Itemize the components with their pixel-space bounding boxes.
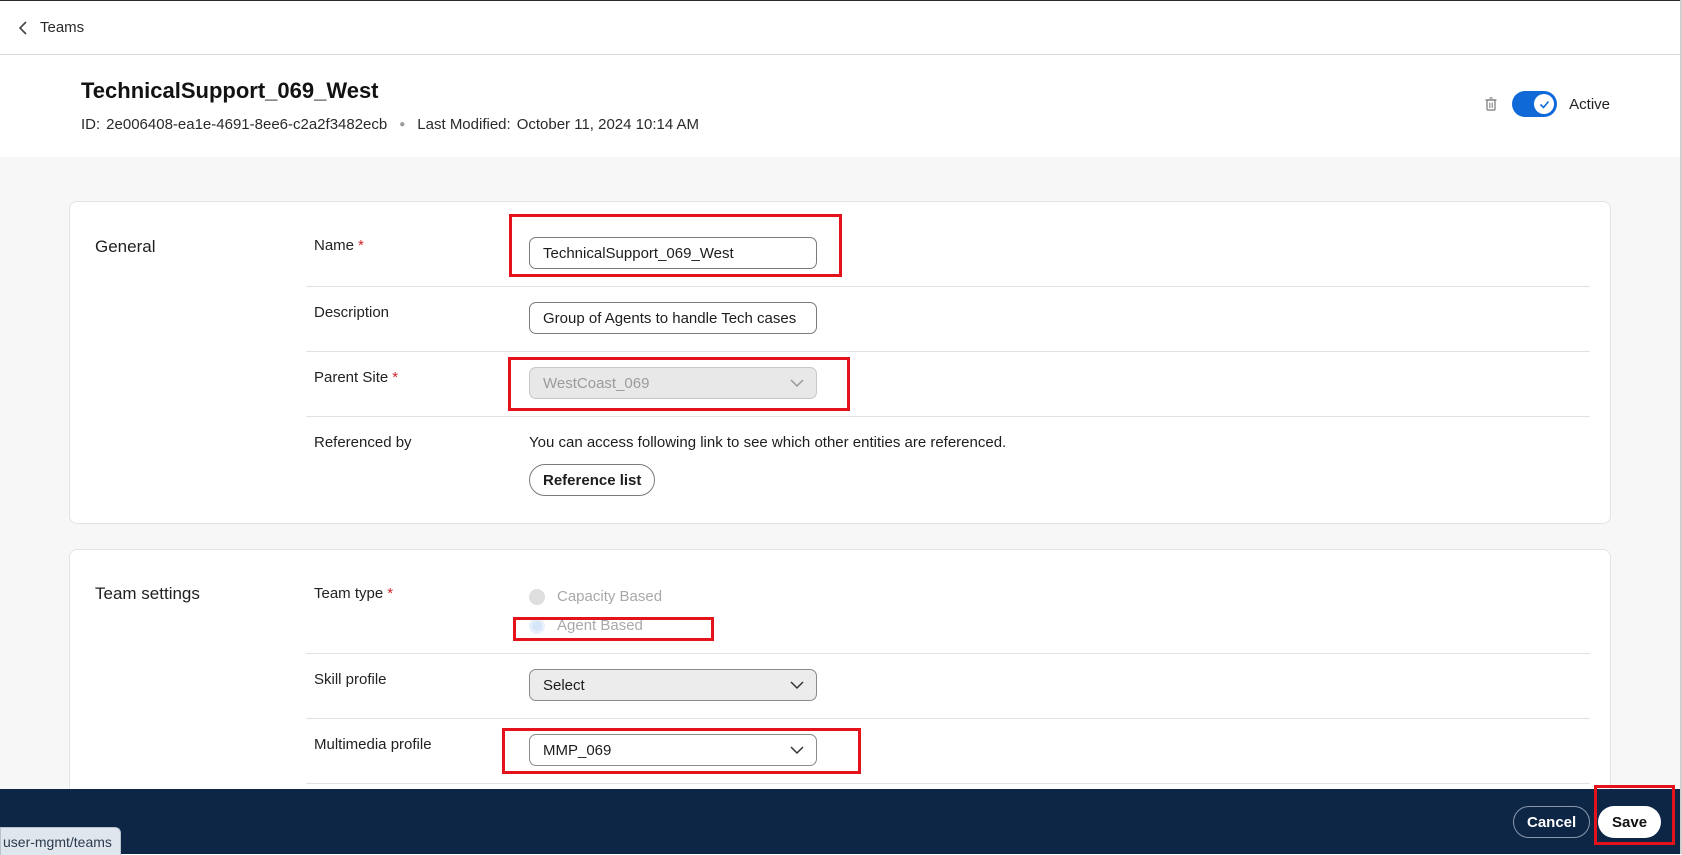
radio-circle-icon (529, 588, 545, 605)
reference-list-button[interactable]: Reference list (529, 464, 656, 496)
skill-profile-label: Skill profile (314, 671, 387, 688)
referenced-by-row: Referenced by You can access following l… (306, 417, 1590, 507)
top-bar: Teams (0, 0, 1682, 55)
parent-site-value: WestCoast_069 (543, 374, 650, 392)
id-value: 2e006408-ea1e-4691-8ee6-c2a2f3482ecb (106, 116, 388, 133)
id-label: ID: (81, 116, 101, 133)
chevron-down-icon (790, 681, 804, 690)
last-modified-label: Last Modified: (417, 116, 511, 133)
trash-icon[interactable] (1484, 96, 1498, 112)
last-modified-value: October 11, 2024 10:14 AM (516, 116, 700, 133)
radio-agent-label: Agent Based (557, 617, 643, 634)
general-section-title: General (95, 237, 156, 256)
header-actions: Active (1484, 91, 1610, 117)
meta-separator: ● (399, 119, 406, 130)
team-settings-section-title: Team settings (95, 584, 200, 603)
save-button[interactable]: Save (1598, 806, 1662, 838)
back-link-label: Teams (40, 19, 85, 36)
radio-agent-based[interactable]: Agent Based (529, 617, 643, 634)
referenced-by-text: You can access following link to see whi… (529, 434, 1007, 451)
description-input[interactable]: Group of Agents to handle Tech cases (529, 302, 817, 334)
parent-site-label: Parent Site * (314, 369, 399, 386)
team-type-label: Team type * (314, 585, 394, 602)
check-icon (1539, 100, 1549, 109)
page-title: TechnicalSupport_069_West (81, 78, 379, 103)
skill-profile-value: Select (543, 676, 585, 694)
active-toggle[interactable] (1512, 91, 1558, 117)
general-card: General Name * TechnicalSupport_069_West … (69, 201, 1611, 524)
name-input[interactable]: TechnicalSupport_069_West (529, 237, 817, 269)
multimedia-profile-value: MMP_069 (543, 741, 612, 759)
status-bar-url: user-mgmt/teams (0, 827, 121, 855)
back-to-teams-link[interactable]: Teams (18, 19, 84, 36)
skill-profile-select[interactable]: Select (529, 669, 817, 701)
main-content: General Name * TechnicalSupport_069_West … (0, 157, 1682, 789)
parent-site-select: WestCoast_069 (529, 367, 817, 399)
radio-capacity-label: Capacity Based (557, 588, 663, 605)
description-label: Description (314, 304, 390, 321)
multimedia-profile-select[interactable]: MMP_069 (529, 734, 817, 766)
chevron-down-icon (790, 379, 804, 388)
radio-selected-icon (529, 617, 545, 634)
team-settings-card: Team settings Team type * Capacity Based … (69, 549, 1611, 789)
description-row: Description Group of Agents to handle Te… (306, 287, 1590, 352)
footer-bar: Cancel Save (0, 789, 1682, 854)
page-header: TechnicalSupport_069_West ID: 2e006408-e… (0, 55, 1682, 157)
chevron-down-icon (790, 746, 804, 755)
parent-site-row: Parent Site * WestCoast_069 (306, 352, 1590, 417)
team-type-row: Team type * Capacity Based Agent Based (306, 550, 1590, 654)
radio-capacity-based[interactable]: Capacity Based (529, 588, 662, 605)
name-row: Name * TechnicalSupport_069_West (306, 202, 1590, 287)
name-label: Name * (314, 237, 364, 254)
chevron-left-icon (18, 20, 27, 35)
multimedia-profile-row: Multimedia profile MMP_069 (306, 719, 1590, 784)
toggle-knob (1534, 94, 1555, 114)
multimedia-profile-label: Multimedia profile (314, 736, 432, 753)
cancel-button[interactable]: Cancel (1513, 806, 1591, 838)
team-meta: ID: 2e006408-ea1e-4691-8ee6-c2a2f3482ecb… (81, 116, 699, 133)
skill-profile-row: Skill profile Select (306, 654, 1590, 719)
active-status-label: Active (1569, 95, 1610, 113)
referenced-by-label: Referenced by (314, 434, 412, 451)
